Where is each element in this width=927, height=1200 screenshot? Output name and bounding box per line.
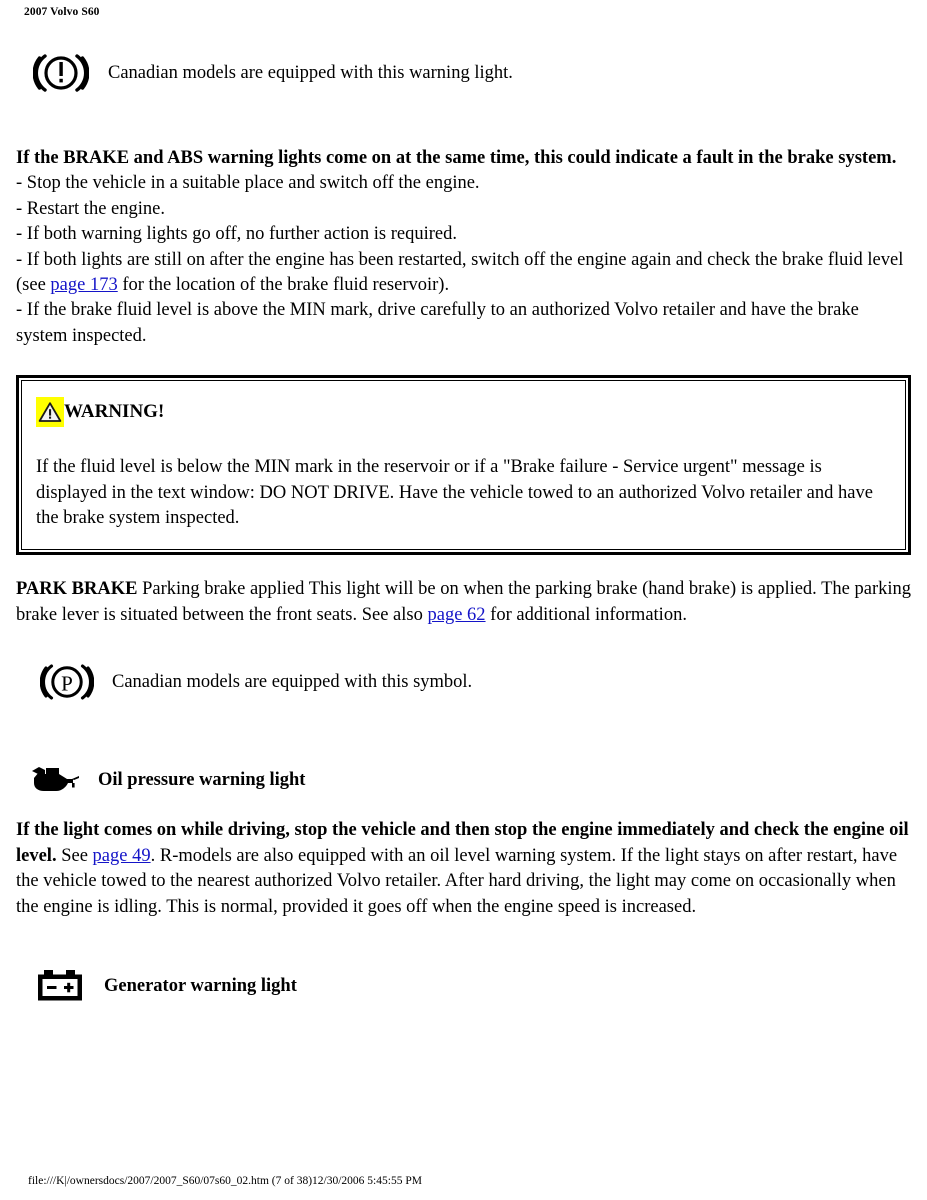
brake-abs-bullet-4: - If both lights are still on after the … (16, 248, 911, 299)
park-brake-bold-lead: PARK BRAKE (16, 579, 138, 600)
brake-abs-bullet-5: - If the brake fluid level is above the … (16, 300, 859, 346)
park-brake-note-row: P Canadian models are equipped with this… (16, 654, 911, 710)
oil-pressure-text-before-link: See (56, 845, 93, 866)
brake-warning-note-text: Canadian models are equipped with this w… (108, 63, 513, 83)
warning-box-inner: WARNING! If the fluid level is below the… (21, 380, 906, 551)
warning-title-row: WARNING! (36, 397, 891, 428)
warning-box: WARNING! If the fluid level is below the… (16, 375, 911, 556)
park-brake-note-text: Canadian models are equipped with this s… (112, 672, 473, 693)
page-footer-path: file:///K|/ownersdocs/2007/2007_S60/07s6… (28, 1175, 422, 1187)
warning-body-text: If the fluid level is below the MIN mark… (36, 457, 873, 529)
generator-heading-row: Generator warning light (16, 964, 911, 1008)
brake-abs-bullet-4-after: for the location of the brake fluid rese… (117, 275, 450, 296)
page-173-link[interactable]: page 173 (50, 275, 117, 295)
brake-warning-note-row: Canadian models are equipped with this w… (16, 44, 911, 102)
svg-text:P: P (61, 672, 73, 696)
brake-abs-bullet-2: - Restart the engine. (16, 198, 165, 219)
park-brake-light-icon: P (38, 659, 96, 705)
generator-heading: Generator warning light (104, 975, 297, 996)
page-49-link[interactable]: page 49 (93, 846, 151, 866)
park-brake-text-after-link: for additional information. (485, 604, 687, 625)
oil-pressure-paragraph: If the light comes on while driving, sto… (16, 818, 911, 920)
page-content: Canadian models are equipped with this w… (16, 40, 911, 1008)
brake-abs-bullet-3: - If both warning lights go off, no furt… (16, 224, 457, 245)
brake-warning-light-icon (30, 49, 92, 97)
document-page: 2007 Volvo S60 Canadian models are equip… (0, 0, 927, 1200)
warning-title-label: WARNING! (64, 401, 165, 423)
page-62-link[interactable]: page 62 (427, 605, 485, 625)
brake-abs-heading: If the BRAKE and ABS warning lights come… (16, 148, 897, 168)
park-brake-paragraph: PARK BRAKE Parking brake applied This li… (16, 577, 911, 628)
oil-pressure-heading-row: Oil pressure warning light (16, 760, 911, 800)
oil-can-icon (26, 765, 84, 795)
warning-triangle-icon (36, 397, 64, 428)
brake-abs-bullet-1: - Stop the vehicle in a suitable place a… (16, 173, 480, 194)
page-header-title: 2007 Volvo S60 (24, 6, 100, 18)
oil-pressure-heading: Oil pressure warning light (98, 770, 306, 791)
battery-icon (32, 968, 90, 1004)
